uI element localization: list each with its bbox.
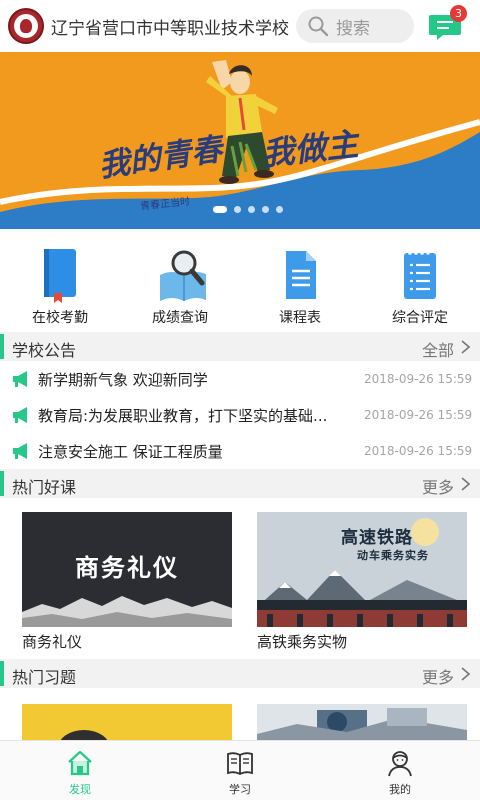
view-all-link[interactable]: 全部 — [422, 337, 454, 361]
quick-item-timetable[interactable]: 课程表 — [240, 229, 360, 332]
tab-mine[interactable]: 我的 — [320, 741, 480, 800]
course-card[interactable]: 商务礼仪 商务礼仪 — [22, 512, 232, 652]
message-badge: 3 — [450, 5, 467, 22]
more-link[interactable]: 更多 — [422, 664, 454, 688]
section-title: 学校公告 — [12, 341, 77, 360]
announcement-title: 教育局:为发展职业教育，打下坚实的基础... — [38, 407, 328, 425]
search-placeholder: 搜索 — [336, 18, 370, 39]
section-header-exercises: 热门习题 更多 — [0, 659, 480, 688]
notebook-icon — [44, 249, 76, 303]
announcement-item[interactable]: 新学期新气象 欢迎新同学 2018-09-26 15:59 — [0, 361, 480, 397]
tab-label: 学习 — [229, 783, 251, 796]
quick-item-label: 成绩查询 — [152, 310, 208, 326]
section-title: 热门好课 — [12, 478, 77, 497]
exercise-card[interactable] — [257, 704, 467, 740]
course-title: 高铁乘务实物 — [257, 633, 348, 651]
tab-study[interactable]: 学习 — [160, 741, 320, 800]
section-header-courses: 热门好课 更多 — [0, 469, 480, 498]
announcement-time: 2018-09-26 15:59 — [364, 372, 473, 386]
app-root: 辽宁省营口市中等职业技术学校 搜索 3 我的青春 我做主 青春正当时 在校考勤 … — [0, 0, 480, 800]
more-link[interactable]: 更多 — [422, 474, 454, 498]
search-box[interactable]: 搜索 — [296, 9, 414, 43]
school-name: 辽宁省营口市中等职业技术学校 — [51, 19, 289, 39]
school-logo — [8, 8, 44, 44]
search-icon — [308, 16, 329, 37]
chevron-right-icon[interactable] — [461, 667, 470, 681]
carousel-dot[interactable] — [276, 206, 283, 213]
quick-item-label: 在校考勤 — [32, 310, 88, 326]
megaphone-icon — [13, 407, 27, 423]
carousel-dot[interactable] — [248, 206, 255, 213]
carousel-dot[interactable] — [262, 206, 269, 213]
banner-carousel[interactable]: 我的青春 我做主 青春正当时 — [0, 52, 480, 229]
exercise-card[interactable] — [22, 704, 232, 740]
megaphone-icon — [13, 371, 27, 387]
person-icon — [388, 751, 412, 777]
chevron-right-icon[interactable] — [461, 340, 470, 354]
tab-label: 发现 — [69, 783, 91, 796]
announcement-time: 2018-09-26 15:59 — [364, 408, 473, 422]
book-icon — [227, 752, 253, 776]
tab-discover[interactable]: 发现 — [0, 741, 160, 800]
announcement-item[interactable]: 注意安全施工 保证工程质量 2018-09-26 15:59 — [0, 433, 480, 469]
quick-item-label: 课程表 — [279, 310, 321, 326]
quick-item-evaluation[interactable]: 综合评定 — [360, 229, 480, 332]
bottom-tab-bar: 发现 学习 我的 — [0, 740, 480, 800]
chevron-right-icon[interactable] — [461, 477, 470, 491]
course-cover-text: 商务礼仪 — [75, 554, 179, 582]
quick-menu: 在校考勤 成绩查询 课程表 综合评定 — [0, 229, 480, 332]
course-title: 商务礼仪 — [22, 633, 83, 651]
document-icon — [286, 251, 316, 299]
magnifier-book-icon — [160, 250, 206, 301]
course-cover: 高速铁路 动车乘务实务 — [257, 512, 467, 627]
course-card[interactable]: 高速铁路 动车乘务实务 高铁乘务实物 — [257, 512, 467, 652]
banner-image — [0, 52, 480, 229]
announcement-title: 注意安全施工 保证工程质量 — [38, 443, 223, 461]
carousel-dot[interactable] — [234, 206, 241, 213]
announcement-time: 2018-09-26 15:59 — [364, 444, 473, 458]
carousel-indicator — [213, 206, 283, 213]
section-header-announcements: 学校公告 全部 — [0, 332, 480, 361]
course-cover-subtext: 动车乘务实务 — [357, 549, 429, 562]
course-cover: 商务礼仪 — [22, 512, 232, 627]
announcement-item[interactable]: 教育局:为发展职业教育，打下坚实的基础... 2018-09-26 15:59 — [0, 397, 480, 433]
course-cover-text: 高速铁路 — [341, 528, 413, 548]
home-icon — [68, 750, 92, 776]
top-bar: 辽宁省营口市中等职业技术学校 搜索 3 — [0, 0, 480, 52]
megaphone-icon — [13, 443, 27, 459]
announcement-title: 新学期新气象 欢迎新同学 — [38, 371, 208, 389]
section-title: 热门习题 — [12, 668, 77, 687]
checklist-icon — [404, 251, 436, 299]
tab-label: 我的 — [389, 783, 411, 796]
quick-item-label: 综合评定 — [392, 310, 448, 326]
quick-item-attendance[interactable]: 在校考勤 — [0, 229, 120, 332]
quick-item-grades[interactable]: 成绩查询 — [120, 229, 240, 332]
carousel-dot[interactable] — [213, 206, 227, 213]
